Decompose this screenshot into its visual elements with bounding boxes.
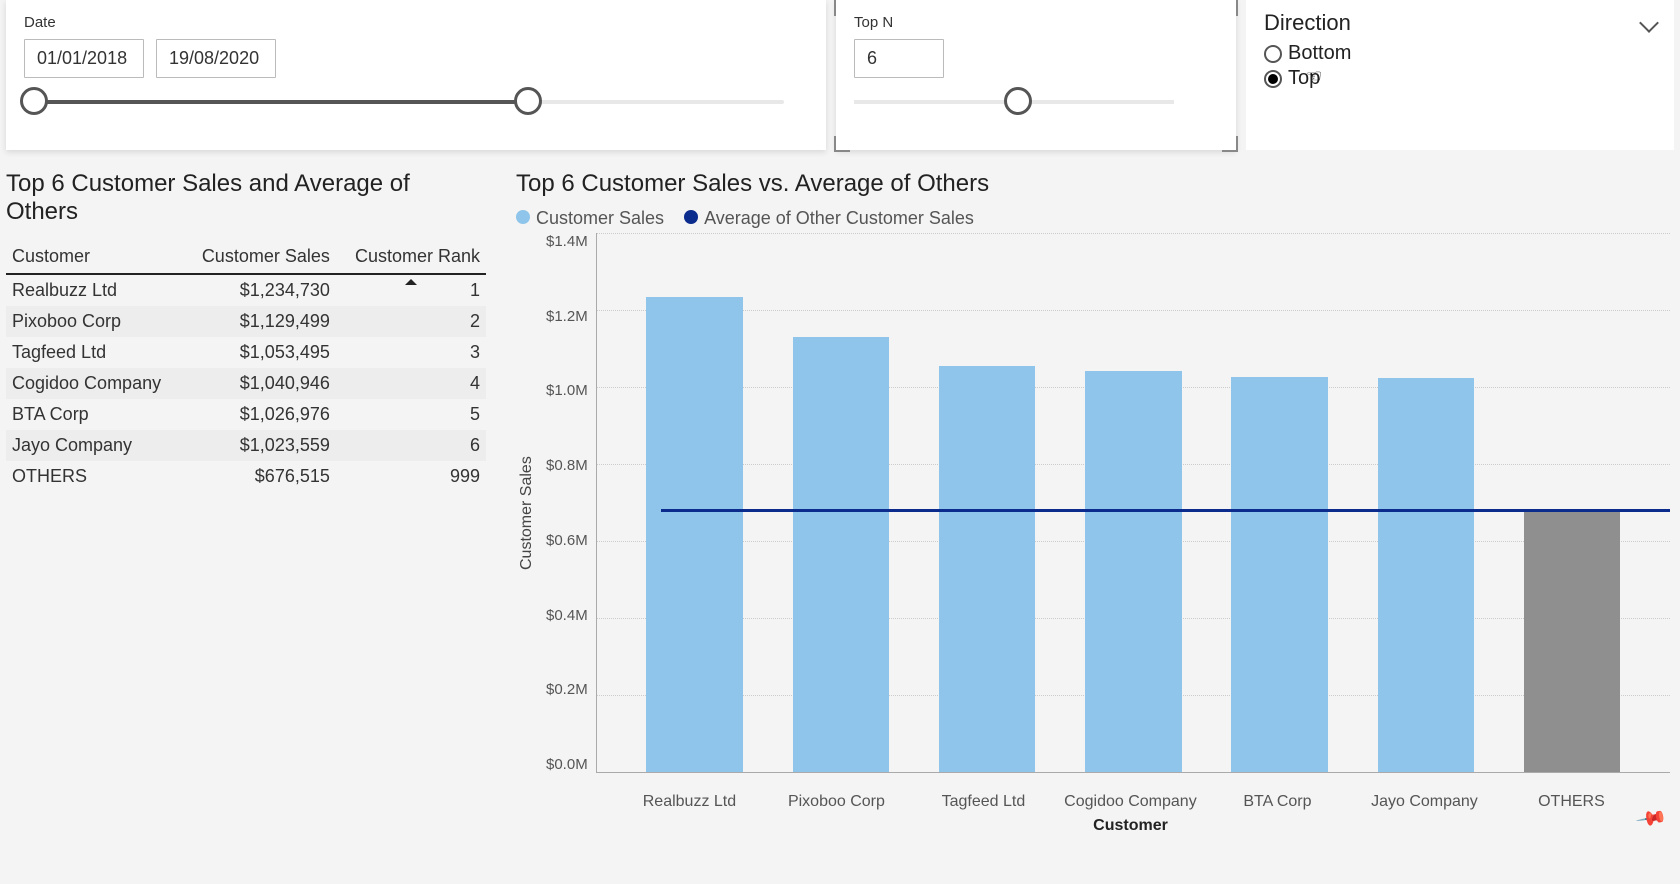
chart-avg-line[interactable]: [661, 509, 1670, 512]
date-slicer-card: Date: [6, 0, 826, 150]
legend-swatch-bars: [516, 210, 530, 224]
y-tick: $1.0M: [546, 382, 588, 399]
cell-customer: Pixoboo Corp: [6, 306, 182, 337]
cell-sales: $1,040,946: [182, 368, 335, 399]
topn-slider-handle[interactable]: [1004, 87, 1032, 115]
x-tick: Jayo Company: [1351, 793, 1498, 811]
chart-legend: Customer Sales Average of Other Customer…: [516, 208, 1670, 229]
legend-swatch-line: [684, 210, 698, 224]
y-tick: $0.2M: [546, 681, 588, 698]
cell-rank: 3: [336, 337, 486, 368]
cell-sales: $1,234,730: [182, 274, 335, 306]
cell-customer: Cogidoo Company: [6, 368, 182, 399]
cell-sales: $676,515: [182, 461, 335, 492]
direction-slicer-label: Direction: [1264, 10, 1351, 36]
x-tick: Cogidoo Company: [1057, 793, 1204, 811]
cell-customer: Jayo Company: [6, 430, 182, 461]
cell-rank: 4: [336, 368, 486, 399]
cell-rank: 999: [336, 461, 486, 492]
chart-bar[interactable]: [1378, 378, 1475, 772]
y-tick: $0.8M: [546, 457, 588, 474]
col-customer-rank[interactable]: Customer Rank: [336, 240, 486, 274]
chart-bar[interactable]: [646, 297, 743, 772]
chart-bar[interactable]: [939, 366, 1036, 772]
direction-option-top[interactable]: Top: [1264, 67, 1656, 90]
cell-rank: 6: [336, 430, 486, 461]
table-row[interactable]: Jayo Company $1,023,559 6: [6, 430, 486, 461]
radio-icon: [1264, 70, 1282, 88]
x-tick: Pixoboo Corp: [763, 793, 910, 811]
x-tick: Tagfeed Ltd: [910, 793, 1057, 811]
y-tick: $0.6M: [546, 532, 588, 549]
date-slicer-label: Date: [24, 14, 808, 31]
topn-slicer-label: Top N: [854, 14, 1218, 31]
legend-label-bars: Customer Sales: [536, 208, 664, 228]
cell-sales: $1,023,559: [182, 430, 335, 461]
cell-sales: $1,026,976: [182, 399, 335, 430]
chart-bar[interactable]: [1524, 512, 1621, 772]
table-row[interactable]: Cogidoo Company $1,040,946 4: [6, 368, 486, 399]
date-slider-handle-to[interactable]: [514, 87, 542, 115]
legend-label-line: Average of Other Customer Sales: [704, 208, 974, 228]
y-tick: $1.4M: [546, 233, 588, 250]
y-tick: $0.4M: [546, 607, 588, 624]
topn-slicer-card: ⋯ Top N: [836, 0, 1236, 150]
y-tick: $1.2M: [546, 308, 588, 325]
date-slider-active: [24, 100, 524, 104]
chart-title: Top 6 Customer Sales vs. Average of Othe…: [516, 170, 1670, 198]
direction-slicer-card: ⋯ Direction Bottom Top: [1246, 0, 1674, 150]
table-row[interactable]: OTHERS $676,515 999: [6, 461, 486, 492]
y-tick: $0.0M: [546, 756, 588, 773]
chart-bar[interactable]: [1231, 377, 1328, 772]
table-row[interactable]: Pixoboo Corp $1,129,499 2: [6, 306, 486, 337]
cell-sales: $1,053,495: [182, 337, 335, 368]
chart-plot-area[interactable]: [596, 233, 1670, 773]
table-row[interactable]: BTA Corp $1,026,976 5: [6, 399, 486, 430]
customer-sales-table[interactable]: Customer Customer Sales Customer Rank Re…: [6, 240, 486, 492]
chart-bar[interactable]: [1085, 371, 1182, 772]
cell-customer: Tagfeed Ltd: [6, 337, 182, 368]
direction-option-top-label: Top: [1288, 67, 1320, 90]
cell-customer: Realbuzz Ltd: [6, 274, 182, 306]
chart-bar[interactable]: [793, 337, 890, 772]
col-customer[interactable]: Customer: [6, 240, 182, 274]
chart-visual: Top 6 Customer Sales vs. Average of Othe…: [516, 170, 1670, 835]
table-title: Top 6 Customer Sales and Average of Othe…: [6, 170, 486, 226]
x-axis-ticks: Realbuzz LtdPixoboo CorpTagfeed LtdCogid…: [591, 793, 1670, 811]
table-visual: Top 6 Customer Sales and Average of Othe…: [6, 170, 486, 835]
cell-rank: 2: [336, 306, 486, 337]
topn-input[interactable]: [854, 39, 944, 78]
x-axis-label: Customer: [591, 817, 1670, 835]
x-tick: Realbuzz Ltd: [616, 793, 763, 811]
date-to-input[interactable]: [156, 39, 276, 78]
cell-rank: 5: [336, 399, 486, 430]
x-tick: OTHERS: [1498, 793, 1645, 811]
radio-icon: [1264, 45, 1282, 63]
table-row[interactable]: Tagfeed Ltd $1,053,495 3: [6, 337, 486, 368]
topn-slider-track[interactable]: [854, 100, 1174, 104]
col-customer-sales[interactable]: Customer Sales: [182, 240, 335, 274]
date-from-input[interactable]: [24, 39, 144, 78]
direction-option-bottom-label: Bottom: [1288, 42, 1351, 65]
cell-customer: OTHERS: [6, 461, 182, 492]
cell-sales: $1,129,499: [182, 306, 335, 337]
date-slider-track[interactable]: [24, 100, 784, 104]
date-slider-handle-from[interactable]: [20, 87, 48, 115]
y-axis-label: Customer Sales: [516, 233, 538, 793]
chevron-down-icon[interactable]: [1642, 10, 1656, 36]
y-axis-ticks: $1.4M $1.2M $1.0M $0.8M $0.6M $0.4M $0.2M $0.0M: [538, 233, 596, 773]
direction-option-bottom[interactable]: Bottom: [1264, 42, 1656, 65]
x-tick: BTA Corp: [1204, 793, 1351, 811]
cell-customer: BTA Corp: [6, 399, 182, 430]
